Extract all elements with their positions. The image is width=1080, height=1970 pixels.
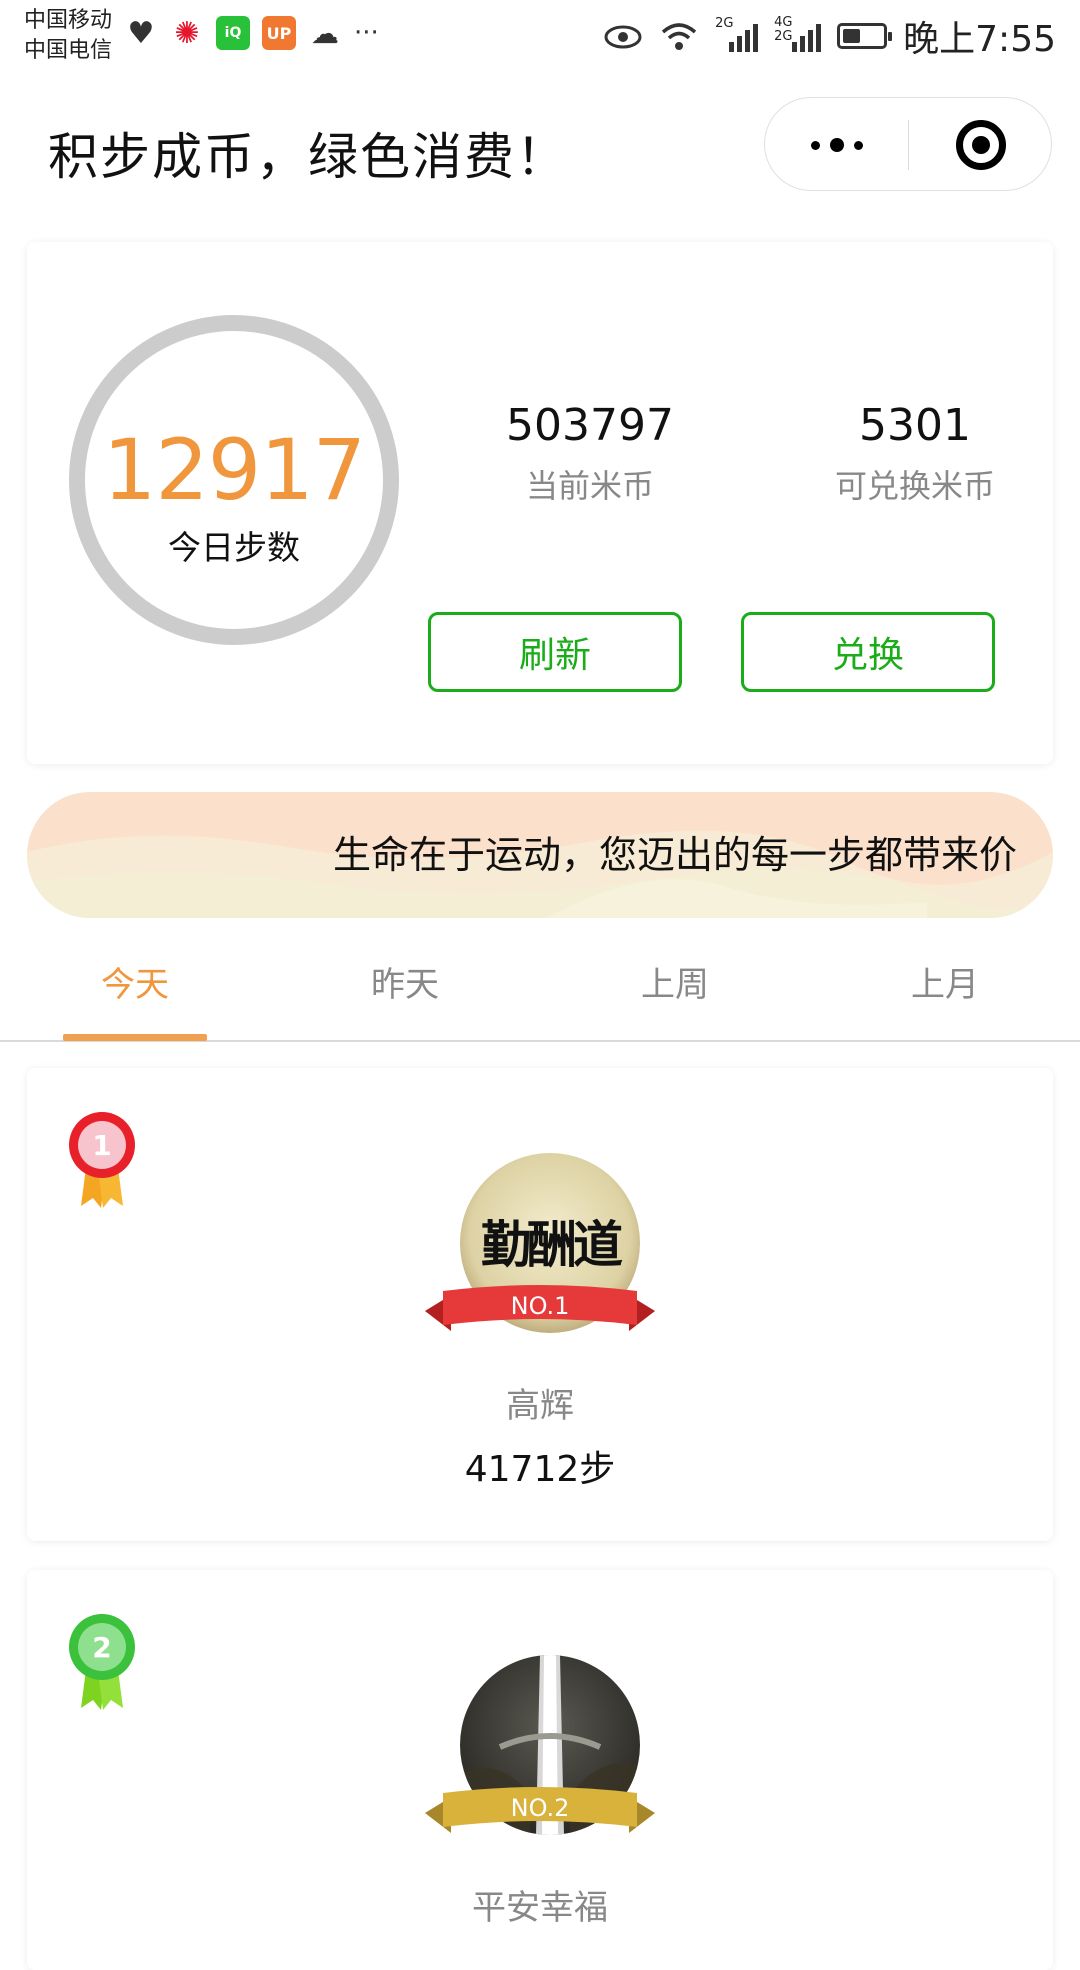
eye-comfort-icon: [604, 25, 642, 49]
mini-program-capsule: [764, 97, 1052, 191]
exchangeable-coins: 5301 可兑换米币: [795, 400, 1035, 507]
notification-icons: ♥ ✺ iQ UP ☁ ···: [124, 15, 379, 51]
more-notifications-icon: ···: [354, 18, 379, 48]
exchangeable-coins-label: 可兑换米币: [834, 467, 995, 505]
carrier-2: 中国电信: [24, 38, 113, 63]
rank-2-number: 2: [92, 1631, 111, 1664]
battery-icon: [837, 23, 893, 49]
close-miniprogram-button[interactable]: [909, 98, 1053, 192]
current-coins: 503797 当前米币: [470, 400, 710, 507]
wifi-icon: [662, 23, 697, 50]
rank-medal-icon: 2: [69, 1614, 135, 1710]
system-indicators: 2G 4G 2G 晚上7:55: [603, 10, 1056, 62]
ranking-card-1[interactable]: 1 勤酬道 NO.1 高辉 41712步: [27, 1068, 1053, 1541]
more-dot-icon: [853, 140, 863, 150]
rank-2-name: 平安幸福: [472, 1888, 608, 1928]
rank-badge-text: NO.1: [510, 1292, 570, 1320]
today-steps-value: 12917: [102, 421, 366, 519]
current-coins-value: 503797: [506, 400, 674, 451]
more-button[interactable]: [765, 98, 908, 192]
current-coins-label: 当前米币: [525, 467, 654, 505]
banner-text: 生命在于运动，您迈出的每一步都带来价: [332, 833, 1017, 877]
today-steps-label: 今日步数: [168, 528, 300, 567]
tab-yesterday[interactable]: 昨天: [270, 930, 540, 1040]
signal-1-icon: 2G: [715, 16, 759, 52]
avatar-calligraphy: 勤酬道: [481, 1215, 623, 1274]
clock: 晚上7:55: [903, 19, 1056, 60]
rank-medal-icon: 1: [69, 1112, 135, 1208]
rank-1-name: 高辉: [506, 1386, 574, 1426]
motivation-banner: 生命在于运动，您迈出的每一步都带来价: [27, 792, 1053, 918]
health-icon: ♥: [127, 15, 155, 51]
tab-last-month[interactable]: 上月: [810, 930, 1080, 1040]
period-tabs: 今天 昨天 上周 上月: [0, 930, 1080, 1042]
rank-2-avatar-group: NO.2: [425, 1655, 655, 1855]
nav-bar: 积步成币，绿色消费！: [0, 75, 1080, 215]
weather-icon: ☁: [311, 16, 339, 50]
carrier-info: 中国移动 中国电信: [24, 6, 112, 66]
tab-today[interactable]: 今天: [0, 930, 270, 1040]
rank-1-steps: 41712步: [464, 1449, 616, 1490]
ranking-card-2[interactable]: 2 NO.2 平安幸福: [27, 1570, 1053, 1970]
more-dot-icon: [829, 138, 844, 152]
refresh-button[interactable]: 刷新: [428, 612, 682, 692]
target-icon: [956, 120, 1006, 170]
rank-1-number: 1: [92, 1129, 111, 1162]
app-up-icon: UP: [262, 16, 296, 50]
more-dot-icon: [810, 140, 820, 150]
carrier-1: 中国移动: [24, 8, 113, 33]
exchange-button[interactable]: 兑换: [741, 612, 995, 692]
rank-1-avatar-group: 勤酬道 NO.1: [425, 1153, 655, 1353]
steps-ring: 12917 今日步数: [69, 315, 399, 645]
page-title: 积步成币，绿色消费！: [48, 128, 568, 186]
active-tab-indicator: [63, 1034, 207, 1041]
tab-last-week[interactable]: 上周: [540, 930, 810, 1040]
status-bar: 中国移动 中国电信 ♥ ✺ iQ UP ☁ ··· 2G 4G 2G 晚上7:5…: [0, 0, 1080, 75]
exchangeable-coins-value: 5301: [859, 400, 971, 451]
stats-card: 12917 今日步数 503797 当前米币 5301 可兑换米币 刷新 兑换: [27, 242, 1053, 764]
rank-badge-text: NO.2: [510, 1794, 570, 1822]
weibo-icon: ✺: [174, 15, 200, 51]
signal-2-icon: 4G 2G: [774, 16, 822, 52]
iqiyi-icon: iQ: [216, 16, 250, 50]
